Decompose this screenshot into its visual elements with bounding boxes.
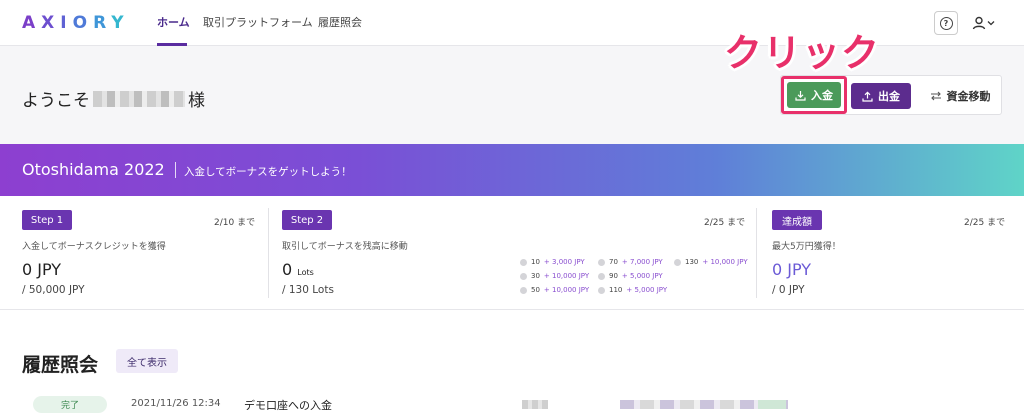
campaign-steps: Step 1 2/10 まで 入金してボーナスクレジットを獲得 0 JPY / … xyxy=(0,196,1024,310)
step-1-card: Step 1 2/10 まで 入金してボーナスクレジットを獲得 0 JPY / … xyxy=(0,196,268,310)
redacted-amount xyxy=(522,400,548,409)
step-2-desc: 取引してボーナスを残高に移動 xyxy=(282,242,408,252)
nav-trading-platform[interactable]: 取引プラットフォーム xyxy=(203,14,313,30)
achievement-tag: 達成額 xyxy=(772,210,822,230)
withdraw-label: 出金 xyxy=(878,90,900,103)
user-icon xyxy=(972,16,985,30)
user-menu-button[interactable] xyxy=(970,12,996,34)
step-1-total: / 50,000 JPY xyxy=(22,284,85,296)
achievement-value: 0 JPY xyxy=(772,260,812,279)
tier-item: 130 + 10,000 JPY xyxy=(674,258,748,266)
logo-letter: Y xyxy=(111,13,130,33)
redacted-status xyxy=(758,400,786,409)
achievement-desc: 最大5万円獲得！ xyxy=(772,242,841,252)
tier-bonus: + 7,000 JPY xyxy=(621,258,663,266)
tier-lots: 90 xyxy=(609,272,618,280)
tier-dot xyxy=(598,286,605,294)
tier-bonus: + 5,000 JPY xyxy=(621,272,663,280)
greeting: ようこそ 様 xyxy=(22,86,205,111)
nav-home[interactable]: ホーム xyxy=(157,14,190,30)
help-icon-symbol: ? xyxy=(943,18,949,28)
achievement-card: 達成額 2/25 まで 最大5万円獲得！ 0 JPY / 0 JPY xyxy=(756,196,1024,310)
step-1-value: 0 JPY xyxy=(22,260,62,279)
banner-separator xyxy=(175,162,176,178)
banner-title: Otoshidama 2022 xyxy=(22,160,165,179)
step-1-tag: Step 1 xyxy=(22,210,72,230)
step-2-tag: Step 2 xyxy=(282,210,332,230)
greeting-suffix: 様 xyxy=(188,91,205,111)
step-2-due: 2/25 まで xyxy=(704,218,746,228)
redacted-username xyxy=(93,90,185,107)
tier-bonus: + 10,000 JPY xyxy=(702,258,748,266)
tier-lots: 110 xyxy=(609,286,623,294)
transfer-label: 資金移動 xyxy=(946,90,991,103)
tier-lots: 50 xyxy=(531,286,540,294)
achievement-total: / 0 JPY xyxy=(772,284,805,296)
step-2-value: 0 Lots xyxy=(282,260,314,279)
help-icon: ? xyxy=(939,16,953,30)
tier-bonus: + 5,000 JPY xyxy=(626,286,668,294)
history-title: 履歴照会 xyxy=(22,354,99,376)
tier-bonus: + 10,000 JPY xyxy=(543,272,590,280)
account-actions: 入金 出金 資金移動 xyxy=(780,75,1002,115)
tier-lots: 70 xyxy=(609,258,618,266)
tier-bonus: + 10,000 JPY xyxy=(543,286,590,294)
step-2-total: / 130 Lots xyxy=(282,284,334,296)
step-2-value-unit: Lots xyxy=(297,268,314,277)
achievement-due: 2/25 まで xyxy=(964,218,1006,228)
greeting-prefix: ようこそ xyxy=(22,91,90,111)
axiory-logo[interactable]: AXIORY xyxy=(22,10,130,36)
download-icon xyxy=(795,90,806,101)
tier-bonus: + 3,000 JPY xyxy=(543,258,585,266)
tier-dot xyxy=(598,272,605,280)
step-1-due: 2/10 まで xyxy=(214,218,256,228)
table-row[interactable]: 完了 2021/11/26 12:34 デモ口座への入金 xyxy=(0,392,1024,420)
deposit-highlight: 入金 xyxy=(781,76,847,114)
tier-dot xyxy=(520,258,527,266)
tier-item: 30 + 10,000 JPY xyxy=(520,272,589,280)
deposit-label: 入金 xyxy=(811,89,833,102)
tier-item: 110 + 5,000 JPY xyxy=(598,286,667,294)
tier-item: 50 + 10,000 JPY xyxy=(520,286,589,294)
transfer-arrows-icon xyxy=(930,91,941,101)
nav-history[interactable]: 履歴照会 xyxy=(318,14,362,30)
withdraw-button[interactable]: 出金 xyxy=(851,83,911,109)
tier-item: 70 + 7,000 JPY xyxy=(598,258,663,266)
tier-lots: 30 xyxy=(531,272,540,280)
step-2-value-number: 0 xyxy=(282,260,293,279)
tier-dot xyxy=(598,258,605,266)
tier-item: 90 + 5,000 JPY xyxy=(598,272,663,280)
upload-icon xyxy=(862,90,873,102)
tier-lots: 130 xyxy=(685,258,699,266)
deposit-button[interactable]: 入金 xyxy=(787,82,841,108)
status-badge: 完了 xyxy=(33,396,107,413)
tier-dot xyxy=(520,286,527,294)
tier-dot xyxy=(674,258,681,266)
logo-letter: X xyxy=(41,13,61,33)
transfer-button[interactable]: 資金移動 xyxy=(921,83,999,109)
logo-letter: R xyxy=(93,13,112,33)
row-description: デモ口座への入金 xyxy=(244,399,332,412)
promo-banner: Otoshidama 2022 入金してボーナスをゲットしよう！ xyxy=(0,144,1024,196)
tier-item: 10 + 3,000 JPY xyxy=(520,258,585,266)
logo-letter: O xyxy=(72,13,94,33)
step-2-card: Step 2 2/25 まで 取引してボーナスを残高に移動 0 Lots / 1… xyxy=(268,196,756,310)
click-annotation: クリック xyxy=(724,31,881,75)
banner-subtitle: 入金してボーナスをゲットしよう！ xyxy=(184,166,352,178)
logo-text: AXIORY xyxy=(22,13,130,33)
logo-letter: I xyxy=(60,13,73,33)
tier-lots: 10 xyxy=(531,258,540,266)
chevron-down-icon xyxy=(987,21,994,26)
show-all-button[interactable]: 全て表示 xyxy=(116,349,178,373)
step-1-desc: 入金してボーナスクレジットを獲得 xyxy=(22,242,166,252)
row-date: 2021/11/26 12:34 xyxy=(131,398,221,409)
tier-dot xyxy=(520,272,527,280)
help-button[interactable]: ? xyxy=(934,11,958,35)
logo-letter: A xyxy=(22,13,42,33)
